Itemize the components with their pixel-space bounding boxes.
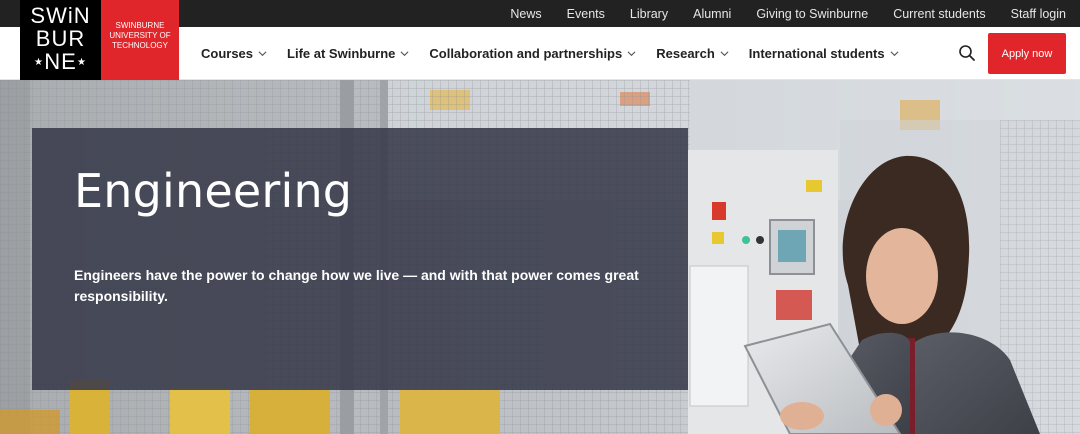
chevron-down-icon [400,51,409,57]
utility-link-news[interactable]: News [510,7,541,21]
utility-link-giving[interactable]: Giving to Swinburne [756,7,868,21]
nav-item-collaboration[interactable]: Collaboration and partnerships [429,46,636,61]
hero-banner: Engineering Engineers have the power to … [0,80,1080,434]
nav-item-label: Collaboration and partnerships [429,46,623,61]
nav-item-research[interactable]: Research [656,46,729,61]
nav-item-label: International students [748,46,885,61]
logo-star-icon: ★ [34,57,43,68]
utility-link-events[interactable]: Events [567,7,605,21]
logo-star-icon: ★ [77,57,86,68]
search-icon [959,45,975,61]
primary-nav: Courses Life at Swinburne Collaboration … [201,27,919,80]
utility-link-current-students[interactable]: Current students [893,7,985,21]
logo-wordmark-line-1: SWiN [30,3,91,28]
hero-subtitle: Engineers have the power to change how w… [74,267,639,304]
nav-item-life-at-swinburne[interactable]: Life at Swinburne [287,46,409,61]
logo-institution-block[interactable]: SWINBURNE UNIVERSITY OF TECHNOLOGY [101,0,179,80]
nav-item-label: Life at Swinburne [287,46,396,61]
chevron-down-icon [720,51,729,57]
utility-link-library[interactable]: Library [630,7,668,21]
nav-item-label: Research [656,46,715,61]
chevron-down-icon [627,51,636,57]
chevron-down-icon [890,51,899,57]
logo-wordmark-line-3: NE [44,49,77,74]
swinburne-logo[interactable]: SWiN BUR NE ★ ★ [20,0,101,80]
apply-now-button[interactable]: Apply now [988,33,1066,74]
nav-item-label: Courses [201,46,254,61]
logo-institution-line-3: TECHNOLOGY [111,41,168,50]
search-button[interactable] [958,44,976,62]
logo-institution-line-2: UNIVERSITY OF [109,31,171,40]
utility-nav: News Events Library Alumni Giving to Swi… [485,0,1066,27]
logo-wordmark-line-2: BUR [35,26,86,51]
utility-link-staff-login[interactable]: Staff login [1011,7,1066,21]
nav-item-courses[interactable]: Courses [201,46,267,61]
utility-link-alumni[interactable]: Alumni [693,7,731,21]
page-title: Engineering [74,164,353,218]
chevron-down-icon [258,51,267,57]
nav-item-international-students[interactable]: International students [749,46,899,61]
logo-institution-line-1: SWINBURNE [115,21,165,30]
hero-text-panel: Engineering Engineers have the power to … [32,128,688,390]
